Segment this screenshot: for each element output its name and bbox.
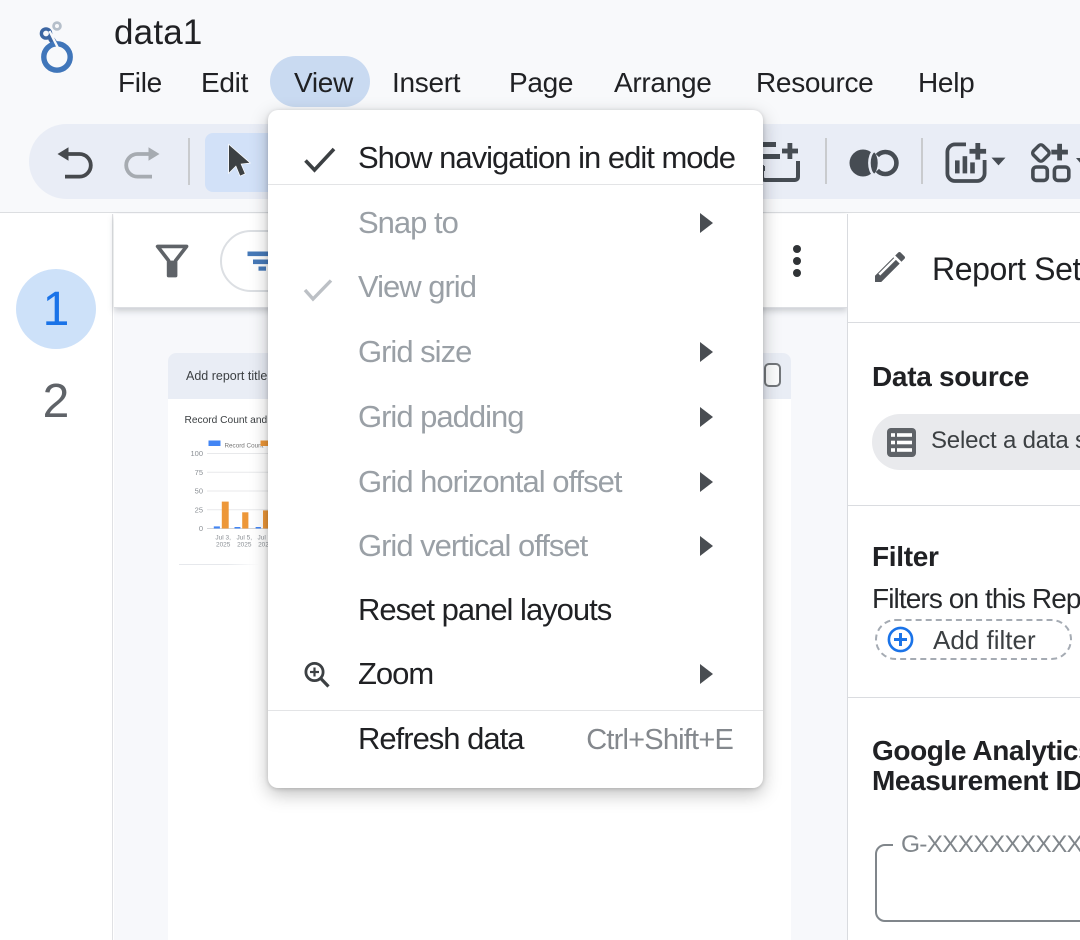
svg-text:2025: 2025 [237,542,252,549]
svg-text:Jul 5,: Jul 5, [237,535,253,542]
svg-text:2025: 2025 [216,542,231,549]
svg-text:25: 25 [195,505,203,514]
svg-text:0: 0 [199,524,203,533]
svg-text:100: 100 [190,449,203,458]
svg-text:Record Count: Record Count [225,443,264,450]
svg-text:50: 50 [195,487,203,496]
svg-text:Jul 3,: Jul 3, [215,535,231,542]
svg-text:75: 75 [195,468,203,477]
